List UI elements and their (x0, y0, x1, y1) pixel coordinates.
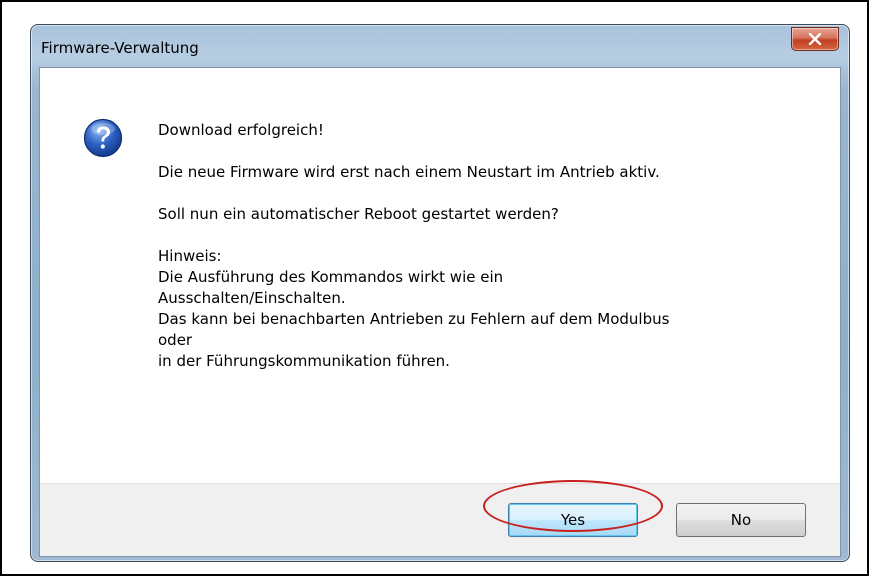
message-line: Soll nun ein automatischer Reboot gestar… (158, 205, 559, 223)
close-button[interactable] (791, 27, 839, 51)
message-line: Das kann bei benachbarten Antrieben zu F… (158, 310, 670, 328)
message-line: oder (158, 331, 193, 349)
close-icon (808, 33, 822, 45)
message-area: Download erfolgreich! Die neue Firmware … (40, 68, 840, 484)
dialog-window: Firmware-Verwaltung Download erfolgreich… (30, 24, 850, 562)
message-line: Die Ausführung des Kommandos wirkt wie e… (158, 268, 504, 286)
question-icon (83, 118, 123, 158)
message-line: Hinweis: (158, 247, 222, 265)
message-text: Download erfolgreich! Die neue Firmware … (158, 120, 808, 372)
dialog-client-area: Download erfolgreich! Die neue Firmware … (39, 67, 841, 557)
title-bar[interactable]: Firmware-Verwaltung (31, 25, 849, 65)
screenshot-frame: Firmware-Verwaltung Download erfolgreich… (0, 0, 869, 576)
no-button[interactable]: No (676, 503, 806, 537)
dialog-title: Firmware-Verwaltung (41, 39, 199, 57)
message-line: in der Führungskommunikation führen. (158, 352, 450, 370)
message-line: Die neue Firmware wird erst nach einem N… (158, 163, 660, 181)
message-line: Ausschalten/Einschalten. (158, 289, 346, 307)
message-line: Download erfolgreich! (158, 121, 324, 139)
button-bar: Yes No (40, 483, 840, 556)
yes-button[interactable]: Yes (508, 503, 638, 537)
